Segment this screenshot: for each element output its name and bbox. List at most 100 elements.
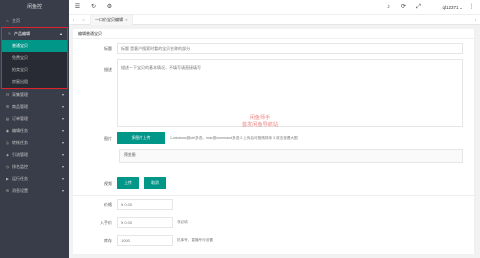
sidebar-item-items_after-0[interactable]: ☷ 采集管理	[0, 89, 69, 101]
image-row: 图片 多图片上传 1.windows按ctrl多选，mac按command多选 …	[73, 132, 476, 144]
chevron-down-icon	[62, 154, 64, 156]
menu-toggle-icon[interactable]: ☰	[73, 3, 82, 12]
description-label: 描述	[104, 67, 112, 72]
run-icon: ▶	[6, 177, 9, 181]
divider	[73, 195, 476, 196]
stock-row: 库存 抗库号，直播专可设置	[73, 235, 476, 246]
watermark: 闲鱼师手 首发闲鱼导航站	[225, 115, 295, 128]
sidebar-item-items_after-8[interactable]: ✉ 消息设置	[0, 185, 69, 197]
sidebar: 闲鱼控 ⌂ 主页 ✎ 产品编辑 普通宝贝 免费宝贝 拍卖宝贝 房屋出租 ☷ 采集管理 ☰ 商品管…	[0, 0, 69, 258]
traffic-icon: ◈	[6, 153, 9, 157]
sidebar-subitem-0[interactable]: 普通宝贝	[2, 40, 67, 52]
title-label: 标题	[104, 46, 112, 51]
submenu-product-edit: 普通宝贝 免费宝贝 拍卖宝贝 房屋出租	[2, 40, 67, 88]
clear-cache-icon[interactable]: ⟳	[399, 3, 408, 12]
sidebar-subitem-2[interactable]: 拍卖宝贝	[2, 64, 67, 76]
cost-row: 入手价 非必填	[73, 217, 476, 228]
notification-icon[interactable]: ♪	[384, 3, 393, 12]
image-preview-box: 预览图:	[119, 149, 463, 163]
image-label: 图片	[104, 136, 112, 141]
chevron-down-icon	[62, 166, 64, 168]
chevron-down-icon	[62, 130, 64, 132]
price-input[interactable]	[117, 199, 173, 210]
chevron-down-icon	[62, 178, 64, 180]
sidebar-item-items_after-1[interactable]: ☰ 商品管理	[0, 101, 69, 113]
cost-hint: 非必填	[177, 220, 188, 224]
transfer-icon: ◎	[5, 141, 10, 145]
tab-label: 一口价宝贝编辑	[95, 17, 123, 22]
sidebar-item-items_after-3[interactable]: ◉ 编辑任务	[0, 125, 69, 137]
sidebar-item-items_after-7[interactable]: ▶ 运行任务	[0, 173, 69, 185]
scrollbar[interactable]	[474, 29, 476, 254]
topbar: ☰ ↻ ⚙ ♪ ⟳ ⤢ ql12371 ⋮	[69, 0, 480, 15]
card-title: 编辑普通宝贝	[73, 29, 476, 39]
video-row: 视频 上传 取消	[73, 177, 476, 189]
nav-group-product-edit: ✎ 产品编辑 普通宝贝 免费宝贝 拍卖宝贝 房屋出租	[1, 27, 68, 89]
chevron-down-icon	[62, 142, 64, 144]
stock-hint: 抗库号，直播专可设置	[177, 238, 213, 242]
fullscreen-icon[interactable]: ⤢	[414, 3, 423, 12]
settings-icon[interactable]: ⚙	[105, 3, 114, 12]
price-label: 价格	[104, 202, 112, 207]
username: ql12371	[442, 5, 459, 10]
sidebar-item-label: 订单管理	[12, 116, 28, 121]
image-hint: 1.windows按ctrl多选，mac按command多选 2.上传后可拖拽排…	[170, 136, 298, 140]
chevron-down-icon	[62, 118, 64, 120]
title-row: 标题	[73, 43, 476, 55]
sidebar-item-items_before-0[interactable]: ⌂ 主页	[0, 15, 69, 27]
goods-icon: ☰	[5, 105, 10, 109]
chevron-down-icon	[62, 106, 64, 108]
chevron-down-icon	[62, 190, 64, 192]
tab-active[interactable]: 一口价宝贝编辑 ✕	[90, 15, 133, 25]
tabs-bar: ‹ ○ 一口价宝贝编辑 ✕ ›	[69, 15, 480, 25]
chevron-down-icon	[460, 7, 462, 9]
preview-label: 预览图:	[124, 153, 137, 157]
tab-scroll-left-icon[interactable]: ‹	[69, 15, 78, 25]
tab-home-icon[interactable]: ○	[79, 15, 88, 25]
sidebar-item-label: 产品编辑	[14, 31, 30, 36]
sidebar-item-label: 运行任务	[12, 176, 28, 181]
close-icon[interactable]: ✕	[125, 18, 128, 22]
sidebar-item-items_after-6[interactable]: ◷ 排名监控	[0, 161, 69, 173]
sidebar-item-items_after-2[interactable]: ▤ 订单管理	[0, 113, 69, 125]
title-input[interactable]	[117, 43, 463, 54]
price-row: 价格	[73, 199, 476, 210]
home-icon: ⌂	[6, 19, 9, 23]
tab-scroll-right-icon[interactable]: ›	[471, 15, 480, 25]
sidebar-item-label: 排名监控	[12, 164, 28, 169]
video-label: 视频	[104, 181, 112, 186]
cost-input[interactable]	[117, 217, 173, 228]
sidebar-subitem-3[interactable]: 房屋出租	[2, 76, 67, 88]
app-logo: 闲鱼控	[0, 0, 69, 15]
more-icon[interactable]: ⋮	[467, 3, 476, 12]
edit-card: 编辑普通宝贝 标题 描述 图片 多图片上传 1.windows按ctrl多选，m…	[73, 29, 476, 254]
chevron-up-icon	[60, 32, 62, 35]
multi-image-upload-button[interactable]: 多图片上传	[117, 132, 165, 144]
stock-input[interactable]	[117, 235, 173, 246]
order-icon: ▤	[5, 117, 10, 121]
collect-icon: ☷	[5, 93, 10, 97]
sidebar-item-label: 消息设置	[12, 188, 28, 193]
sidebar-item-label: 编辑任务	[12, 128, 28, 133]
main-content: 编辑普通宝贝 标题 描述 图片 多图片上传 1.windows按ctrl多选，m…	[69, 25, 480, 258]
sidebar-item-items_after-4[interactable]: ◎ 转帐任务	[0, 137, 69, 149]
video-upload-button[interactable]: 上传	[117, 177, 139, 189]
sidebar-item-label: 采集管理	[12, 92, 28, 97]
sidebar-item-label: 主页	[12, 18, 20, 23]
sidebar-item-product-edit[interactable]: ✎ 产品编辑	[2, 28, 67, 40]
sidebar-item-label: 商品管理	[12, 104, 28, 109]
watermark-line-2: 首发闲鱼导航站	[241, 121, 279, 128]
sidebar-subitem-1[interactable]: 免费宝贝	[2, 52, 67, 64]
sidebar-item-label: 转帐任务	[12, 140, 28, 145]
task-icon: ◉	[5, 129, 10, 133]
message-icon: ✉	[5, 189, 9, 193]
user-menu[interactable]: ql12371	[442, 3, 462, 12]
sidebar-item-items_after-5[interactable]: ◈ 引流管理	[0, 149, 69, 161]
chevron-down-icon	[62, 94, 64, 96]
stock-label: 库存	[104, 238, 112, 243]
video-cancel-button[interactable]: 取消	[144, 177, 166, 189]
sidebar-item-label: 引流管理	[12, 152, 28, 157]
cost-label: 入手价	[100, 220, 112, 225]
rank-icon: ◷	[5, 165, 10, 169]
refresh-icon[interactable]: ↻	[89, 3, 98, 12]
